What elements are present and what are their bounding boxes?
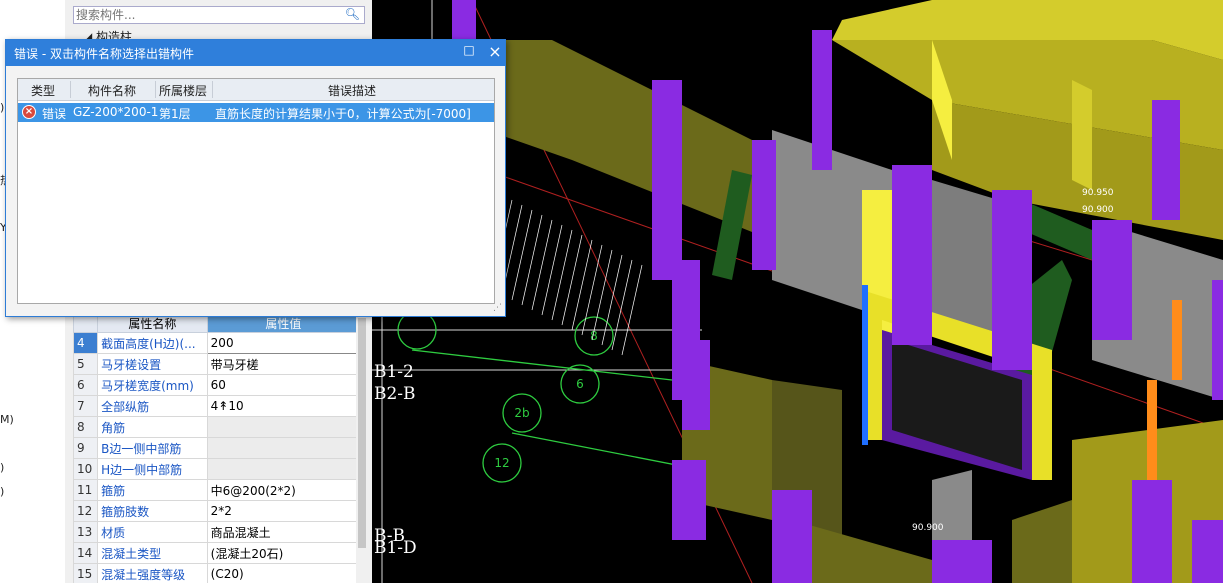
column-divider [212,81,213,98]
property-value[interactable]: (混凝土20石) [206,542,360,564]
svg-text:90.900: 90.900 [912,523,944,533]
property-row[interactable]: 13 材质 商品混凝土 [73,521,360,543]
property-name: 马牙槎宽度(mm) [97,374,208,396]
property-value[interactable]: 2*2 [206,500,360,522]
row-number: 11 [73,479,99,501]
property-name: 材质 [97,521,208,543]
row-number: 12 [73,500,99,522]
error-list: 类型 构件名称 所属楼层 错误描述 × 错误 GZ-200*200-1 第1层 … [17,78,495,304]
property-table-container: 属性名称 属性值 4 截面高度(H边)(... 200 5 马牙槎设置 带马牙槎… [73,314,360,583]
axis-label: B1-2 [374,362,414,382]
property-value[interactable]: 60 [206,374,360,396]
header-property-value: 属性值 [206,314,360,333]
row-number: 4 [73,332,99,354]
maximize-button[interactable]: □ [461,43,477,61]
property-name: 箍筋 [97,479,208,501]
error-list-header: 类型 构件名称 所属楼层 错误描述 [18,79,494,101]
error-component: GZ-200*200-1 [73,105,159,119]
property-value[interactable]: 4↟10 [206,395,360,417]
row-number: 8 [73,416,99,438]
property-row[interactable]: 5 马牙槎设置 带马牙槎 [73,353,360,375]
property-name: H边一侧中部筋 [97,458,208,480]
search-icon[interactable]: 🔍︎ [345,7,360,21]
error-row[interactable]: × 错误 GZ-200*200-1 第1层 直筋长度的计算结果小于0，计算公式为… [18,103,494,122]
property-table-scrollbar[interactable] [356,314,368,583]
property-row[interactable]: 12 箍筋肢数 2*2 [73,500,360,522]
property-name: 箍筋肢数 [97,500,208,522]
property-value[interactable]: (C20) [206,563,360,583]
dialog-title: 错误 - 双击构件名称选择出错构件 [14,47,194,61]
column-error-description[interactable]: 错误描述 [328,82,376,99]
property-value[interactable] [206,458,360,480]
column-divider [70,81,71,98]
svg-text:90.900: 90.900 [1082,205,1114,215]
row-number: 7 [73,395,99,417]
property-row[interactable]: 9 B边一侧中部筋 [73,437,360,459]
error-type: 错误 [42,107,67,121]
property-row[interactable]: 6 马牙槎宽度(mm) 60 [73,374,360,396]
row-number: 6 [73,374,99,396]
row-number: 10 [73,458,99,480]
row-number: 13 [73,521,99,543]
property-table: 属性名称 属性值 4 截面高度(H边)(... 200 5 马牙槎设置 带马牙槎… [73,314,360,583]
property-value[interactable]: 带马牙槎 [206,353,360,375]
row-number: 9 [73,437,99,459]
property-value[interactable]: 200 [206,332,360,354]
property-value[interactable] [206,437,360,459]
property-name: 截面高度(H边)(... [97,332,208,354]
error-floor: 第1层 [159,107,191,121]
resize-grip-icon[interactable]: ⋰ [493,303,502,313]
error-description: 直筋长度的计算结果小于0，计算公式为[-7000] [215,107,471,121]
close-button[interactable]: × [487,42,503,61]
property-row[interactable]: 4 截面高度(H边)(... 200 [73,332,360,354]
property-value[interactable]: 中6@200(2*2) [206,479,360,501]
property-name: 混凝土类型 [97,542,208,564]
property-value[interactable]: 商品混凝土 [206,521,360,543]
row-number: 14 [73,542,99,564]
property-name: 全部纵筋 [97,395,208,417]
strip-fragment: M) [0,413,14,426]
property-name: B边一侧中部筋 [97,437,208,459]
property-row[interactable]: 15 混凝土强度等级 (C20) [73,563,360,583]
strip-fragment: ) [0,485,5,498]
property-row[interactable]: 10 H边一侧中部筋 [73,458,360,480]
property-row[interactable]: 11 箍筋 中6@200(2*2) [73,479,360,501]
column-type[interactable]: 类型 [31,82,55,99]
property-name: 角筋 [97,416,208,438]
header-property-name: 属性名称 [97,314,208,333]
column-floor[interactable]: 所属楼层 [159,82,207,99]
column-divider [155,81,156,98]
row-number: 15 [73,563,99,583]
error-dialog: 错误 - 双击构件名称选择出错构件 □ × 类型 构件名称 所属楼层 错误描述 … [5,39,506,317]
property-value[interactable] [206,416,360,438]
strip-fragment: ) [0,101,5,114]
property-name: 马牙槎设置 [97,353,208,375]
property-row[interactable]: 7 全部纵筋 4↟10 [73,395,360,417]
svg-text:2b: 2b [514,406,529,420]
axis-label: B2-B [374,384,416,404]
dialog-titlebar[interactable]: 错误 - 双击构件名称选择出错构件 □ × [6,40,505,66]
row-number: 5 [73,353,99,375]
strip-fragment: ) [0,461,5,474]
axis-label: B1-D [374,538,417,558]
svg-text:6: 6 [576,377,584,391]
property-name: 混凝土强度等级 [97,563,208,583]
property-row[interactable]: 8 角筋 [73,416,360,438]
component-search-input[interactable] [76,8,336,22]
column-component-name[interactable]: 构件名称 [88,82,136,99]
error-icon: × [22,105,36,119]
component-search-box[interactable]: 🔍︎ [73,6,365,24]
header-num [73,314,99,333]
scrollbar-thumb[interactable] [358,318,366,548]
property-row[interactable]: 14 混凝土类型 (混凝土20石) [73,542,360,564]
svg-text:90.950: 90.950 [1082,188,1114,198]
svg-text:12: 12 [494,456,509,470]
